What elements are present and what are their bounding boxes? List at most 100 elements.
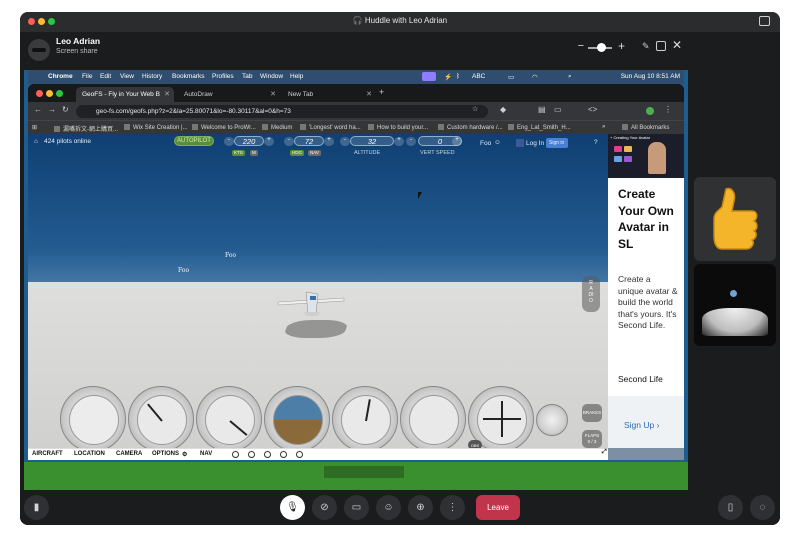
zoom-out-icon[interactable]: − — [578, 40, 584, 52]
home-icon[interactable]: ⌂ — [34, 138, 38, 145]
status-app-icon[interactable] — [422, 72, 436, 81]
forward-icon[interactable]: → — [48, 105, 56, 114]
print-icon[interactable]: ▤ — [538, 105, 546, 114]
sync-icon[interactable] — [280, 451, 287, 458]
help-icon[interactable]: ? — [594, 139, 598, 146]
bookmark-item[interactable]: Wix Site Creation |... — [124, 124, 188, 131]
heading-minus-button[interactable]: - — [284, 137, 294, 146]
bookmark-item[interactable]: Welcome to ProWr... — [192, 124, 256, 131]
altitude-plus-button[interactable]: + — [394, 137, 404, 146]
eye-icon[interactable] — [264, 451, 271, 458]
login-link[interactable]: Log In — [526, 140, 544, 147]
autopilot-button[interactable]: AUTOPILOT — [174, 136, 214, 146]
heading-mode-hdg[interactable]: HDG — [290, 150, 304, 156]
bookmark-star-icon[interactable]: ☆ — [472, 105, 478, 113]
chrome-maximize-button[interactable] — [56, 90, 63, 97]
pause-icon[interactable] — [232, 451, 239, 458]
altitude-minus-button[interactable]: - — [340, 137, 350, 146]
chrome-minimize-button[interactable] — [46, 90, 53, 97]
menu-edit[interactable]: Edit — [100, 73, 111, 80]
signin-button[interactable]: Sign in — [546, 138, 568, 148]
menu-help[interactable]: Help — [290, 73, 303, 80]
mute-icon[interactable] — [248, 451, 255, 458]
tab-close-icon[interactable]: ✕ — [366, 90, 372, 98]
input-source-label[interactable]: ABC — [472, 73, 485, 80]
bookmark-item[interactable]: Medium — [262, 124, 292, 131]
user-icon[interactable]: ☺ — [494, 139, 501, 146]
participant-tile-video[interactable] — [694, 264, 776, 346]
search-icon[interactable]: ⌕ — [568, 73, 572, 81]
video-off-icon[interactable]: ⊘ — [312, 495, 337, 520]
heading-plus-button[interactable]: + — [324, 137, 334, 146]
bolt-icon[interactable]: ⚡ — [444, 73, 452, 81]
aircraft-menu[interactable]: AIRCRAFT — [32, 451, 63, 457]
heading-value[interactable]: 72 — [294, 136, 324, 146]
heading-mode-nav[interactable]: NAV — [308, 150, 321, 156]
chat-icon[interactable]: ◌ — [750, 495, 775, 520]
expand-icon[interactable] — [759, 16, 770, 26]
more-icon[interactable]: ⋮ — [440, 495, 465, 520]
speed-plus-button[interactable]: + — [264, 137, 274, 146]
emoji-icon[interactable]: ☺ — [376, 495, 401, 520]
speed-value[interactable]: 220 — [234, 136, 264, 146]
altitude-value[interactable]: 32 — [350, 136, 394, 146]
menu-view[interactable]: View — [120, 73, 134, 80]
speed-minus-button[interactable]: - — [224, 137, 234, 146]
back-icon[interactable]: ← — [34, 105, 42, 114]
profile-icon[interactable] — [646, 107, 654, 115]
bookmark-item[interactable]: Eng_Lat_Smith_H... — [508, 124, 571, 131]
more-bookmarks-icon[interactable]: » — [602, 124, 605, 130]
vert-speed-plus-button[interactable]: + — [452, 137, 462, 146]
menu-bookmarks[interactable]: Bookmarks — [172, 73, 205, 80]
options-menu[interactable]: OPTIONS — [152, 451, 179, 457]
share-screen-icon[interactable]: ▭ — [344, 495, 369, 520]
battery-icon[interactable]: ▭ — [508, 73, 514, 81]
ad-panel[interactable]: + Creating Your Avatar Create Your Own A… — [608, 134, 684, 460]
speed-unit-kts[interactable]: KTS — [232, 150, 245, 156]
zoom-in-icon[interactable]: + — [618, 39, 625, 53]
wifi-icon[interactable]: ◠ — [532, 73, 538, 81]
devtools-icon[interactable]: <> — [588, 105, 597, 114]
facebook-icon[interactable] — [516, 139, 524, 147]
pencil-icon[interactable]: ✎ — [642, 41, 652, 51]
add-person-icon[interactable]: ⊕ — [408, 495, 433, 520]
participant-tile-reaction[interactable] — [694, 177, 776, 261]
bluetooth-icon[interactable]: ᛒ — [456, 73, 460, 80]
brakes-button[interactable]: BRAKES — [582, 404, 602, 422]
nav-menu[interactable]: NAV — [200, 451, 212, 457]
bookmark-item[interactable]: How to build your... — [368, 124, 428, 131]
speed-unit-m[interactable]: M — [250, 150, 258, 156]
mic-icon[interactable]: 🎙 — [280, 495, 305, 520]
gear-icon[interactable]: ⚙ — [182, 451, 187, 458]
chrome-close-button[interactable] — [36, 90, 43, 97]
vert-speed-minus-button[interactable]: - — [406, 137, 416, 146]
location-menu[interactable]: LOCATION — [74, 451, 105, 457]
extension-icon[interactable]: ◆ — [500, 105, 506, 114]
all-bookmarks[interactable]: All Bookmarks — [622, 124, 669, 131]
flaps-button[interactable]: FLAPS 0 / 3 — [582, 430, 602, 448]
menu-icon[interactable]: ⋮ — [664, 105, 672, 114]
bookmark-item[interactable]: 'Longest' word ha... — [300, 124, 361, 131]
zoom-slider-knob[interactable] — [597, 43, 606, 52]
menu-profiles[interactable]: Profiles — [212, 73, 234, 80]
menu-file[interactable]: File — [82, 73, 92, 80]
thread-icon[interactable]: ▯ — [718, 495, 743, 520]
menu-app[interactable]: Chrome — [48, 73, 73, 80]
new-tab-icon[interactable]: + — [379, 87, 384, 97]
menu-window[interactable]: Window — [260, 73, 283, 80]
reload-icon[interactable]: ↻ — [62, 105, 69, 114]
apps-icon[interactable]: ⊞ — [32, 124, 37, 131]
bookmark-item[interactable]: Custom hardware /... — [438, 124, 503, 131]
tab-close-icon[interactable]: ✕ — [164, 90, 170, 98]
fullscreen-icon[interactable]: ⤢ — [602, 449, 607, 456]
signal-icon[interactable]: ▮ — [24, 495, 49, 520]
close-icon[interactable]: ✕ — [672, 38, 682, 52]
tab-geofs[interactable]: GeoFS - Fly in Your Web B ✕ — [76, 87, 174, 102]
tab-autodraw[interactable]: AutoDraw ✕ — [178, 87, 280, 102]
bookmark-item[interactable]: 漏嘴拆文-網上購買... — [54, 124, 118, 133]
menu-history[interactable]: History — [142, 73, 162, 80]
address-bar[interactable]: geo-fs.com/geofs.php?z=2&la=25.80071&lo=… — [76, 105, 488, 118]
leave-button[interactable]: Leave — [476, 495, 520, 520]
tab-new-tab[interactable]: New Tab ✕ — [282, 87, 376, 102]
cast-icon[interactable]: ▭ — [554, 105, 562, 114]
